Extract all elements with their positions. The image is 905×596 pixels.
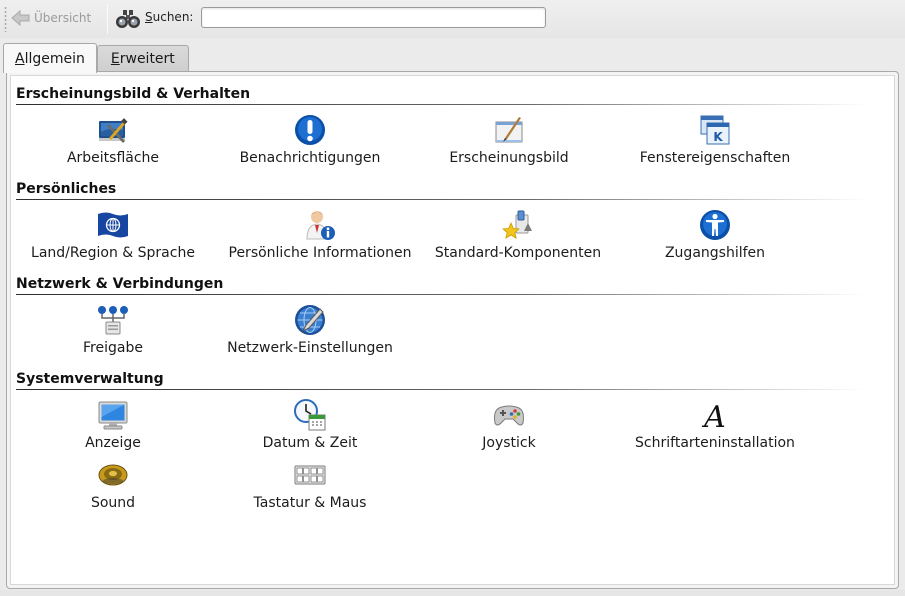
user-info-icon	[306, 211, 335, 240]
toolbar-separator	[107, 4, 108, 34]
keyboard-icon	[294, 465, 326, 485]
toolbar-grip[interactable]	[4, 6, 7, 32]
tab-panel: Erscheinungsbild & Verhalten Arbeitsfläc…	[6, 71, 899, 589]
module-sound[interactable]: Sound	[13, 459, 213, 511]
module-netzwerk-einstellungen[interactable]: Netzwerk-Einstellungen	[210, 304, 410, 356]
gamepad-icon	[494, 405, 524, 426]
module-label: Zugangshilfen	[664, 245, 766, 261]
module-zugangshilfen[interactable]: Zugangshilfen	[615, 209, 815, 261]
section-title-network: Netzwerk & Verbindungen	[16, 276, 224, 292]
module-label: Arbeitsfläche	[66, 150, 160, 166]
module-label: Persönliche Informationen	[228, 245, 412, 261]
section-title-personal: Persönliches	[16, 181, 117, 197]
module-label: Schriftarteninstallation	[635, 435, 795, 451]
module-label: Land/Region & Sprache	[31, 245, 195, 261]
default-components-icon	[502, 210, 532, 239]
search-label: Suchen:	[145, 10, 194, 24]
module-label: Sound	[90, 495, 136, 511]
section-divider	[16, 389, 866, 390]
module-label: Anzeige	[85, 435, 141, 451]
module-label: Datum & Zeit	[262, 435, 358, 451]
search-input[interactable]	[201, 7, 546, 28]
network-share-icon	[98, 306, 128, 335]
font-icon: A	[701, 400, 726, 431]
overview-back-label: Übersicht	[34, 11, 92, 25]
module-label: Netzwerk-Einstellungen	[227, 340, 393, 356]
speaker-icon	[98, 464, 128, 486]
module-schriftarteninstallation[interactable]: A Schriftarteninstallation	[615, 399, 815, 451]
module-label: Freigabe	[83, 340, 143, 356]
network-settings-icon	[295, 305, 325, 335]
section-divider	[16, 199, 866, 200]
svg-text:K: K	[713, 130, 723, 144]
monitor-icon	[98, 401, 128, 430]
module-label: Fenstereigenschaften	[639, 150, 791, 166]
window-properties-icon: K	[700, 115, 730, 145]
module-label: Erscheinungsbild	[449, 150, 569, 166]
flag-globe-icon	[98, 212, 128, 238]
svg-text:A: A	[701, 400, 726, 431]
desktop-tools-icon	[99, 118, 128, 143]
module-standard-komponenten[interactable]: Standard-Komponenten	[418, 209, 618, 261]
module-joystick[interactable]: Joystick	[409, 399, 609, 451]
module-fenstereigenschaften[interactable]: K Fenstereigenschaften	[615, 114, 815, 166]
section-divider	[16, 294, 866, 295]
module-label: Tastatur & Maus	[253, 495, 367, 511]
overview-back-button[interactable]: Übersicht	[11, 7, 91, 29]
toolbar: Übersicht Suchen:	[0, 0, 905, 38]
module-anzeige[interactable]: Anzeige	[13, 399, 213, 451]
binoculars-search-icon	[116, 10, 140, 28]
module-freigabe[interactable]: Freigabe	[13, 304, 213, 356]
tab-bar: Allgemein Erweitert	[3, 43, 189, 73]
module-erscheinungsbild[interactable]: Erscheinungsbild	[409, 114, 609, 166]
tab-allgemein[interactable]: Allgemein	[3, 43, 97, 73]
tab-erweitert[interactable]: Erweitert	[96, 45, 189, 71]
category-view: Erscheinungsbild & Verhalten Arbeitsfläc…	[10, 75, 895, 585]
module-label: Standard-Komponenten	[434, 245, 602, 261]
module-datum-zeit[interactable]: Datum & Zeit	[210, 399, 410, 451]
module-benachrichtigungen[interactable]: Benachrichtigungen	[210, 114, 410, 166]
module-label: Benachrichtigungen	[239, 150, 381, 166]
module-persoenliche-informationen[interactable]: Persönliche Informationen	[220, 209, 420, 261]
section-title-appearance: Erscheinungsbild & Verhalten	[16, 86, 251, 102]
module-tastatur-maus[interactable]: Tastatur & Maus	[210, 459, 410, 511]
accessibility-icon	[700, 210, 730, 240]
module-label: Joystick	[482, 435, 536, 451]
module-land-region-sprache[interactable]: Land/Region & Sprache	[13, 209, 213, 261]
back-arrow-icon	[11, 9, 30, 27]
section-title-system: Systemverwaltung	[16, 371, 164, 387]
section-divider	[16, 104, 866, 105]
window-bottom-edge	[0, 590, 905, 596]
exclamation-icon	[295, 115, 325, 145]
module-arbeitsflaeche[interactable]: Arbeitsfläche	[13, 114, 213, 166]
appearance-brush-icon	[495, 117, 523, 143]
clock-calendar-icon	[294, 399, 326, 431]
